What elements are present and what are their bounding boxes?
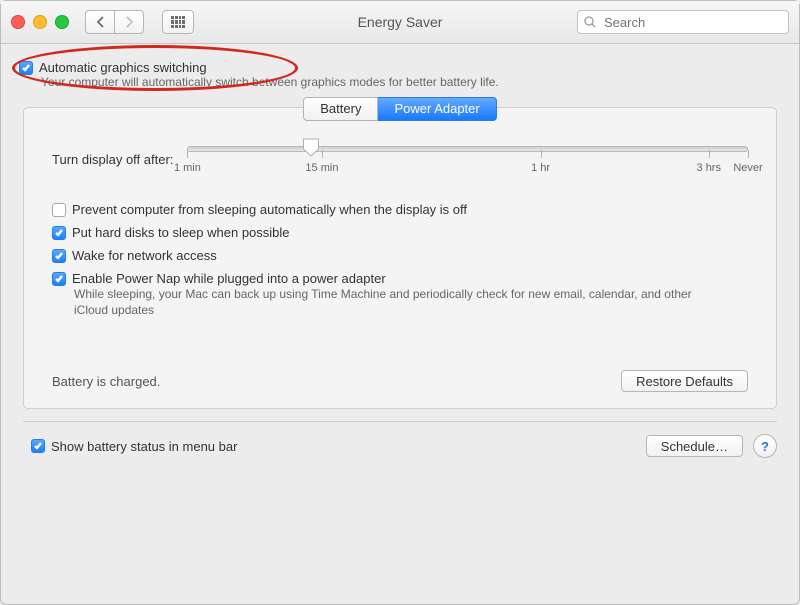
automatic-graphics-switching-row: Automatic graphics switching Your comput… xyxy=(19,60,791,89)
help-icon: ? xyxy=(761,439,769,454)
slider-tick-label: Never xyxy=(733,162,762,174)
restore-defaults-button[interactable]: Restore Defaults xyxy=(621,370,748,392)
option-wake_network-label: Wake for network access xyxy=(72,248,217,263)
slider-tick-label: 15 min xyxy=(305,162,338,174)
slider-tick-label: 1 hr xyxy=(531,162,550,174)
option-wake_network-checkbox[interactable] xyxy=(52,249,66,263)
display-off-label: Turn display off after: xyxy=(52,152,173,167)
check-icon xyxy=(54,274,64,284)
slider-tick-label: 1 min xyxy=(174,162,201,174)
check-icon xyxy=(21,63,31,73)
option-prevent_sleep: Prevent computer from sleeping automatic… xyxy=(52,202,748,217)
option-hdd_sleep: Put hard disks to sleep when possible xyxy=(52,225,748,240)
chevron-left-icon xyxy=(96,16,105,28)
tab-battery[interactable]: Battery xyxy=(303,97,378,121)
options-list: Prevent computer from sleeping automatic… xyxy=(52,202,748,318)
nav-back-forward xyxy=(85,10,144,34)
slider-thumb[interactable] xyxy=(302,138,319,157)
auto-graphics-hint: Your computer will automatically switch … xyxy=(41,75,791,89)
option-power_nap-hint: While sleeping, your Mac can back up usi… xyxy=(74,286,694,318)
auto-graphics-label: Automatic graphics switching xyxy=(39,60,207,75)
schedule-button[interactable]: Schedule… xyxy=(646,435,743,457)
chevron-right-icon xyxy=(125,16,134,28)
slider-tick xyxy=(322,150,323,158)
settings-panel: Battery Power Adapter Turn display off a… xyxy=(23,107,777,409)
slider-tick-label: 3 hrs xyxy=(697,162,721,174)
option-power_nap: Enable Power Nap while plugged into a po… xyxy=(52,271,748,318)
help-button[interactable]: ? xyxy=(753,434,777,458)
minimize-window-button[interactable] xyxy=(33,15,47,29)
power-source-tabs: Battery Power Adapter xyxy=(24,97,776,121)
grid-icon xyxy=(171,16,185,28)
battery-status: Battery is charged. xyxy=(52,374,160,389)
slider-tick xyxy=(709,150,710,158)
display-off-slider[interactable]: 1 min15 min1 hr3 hrsNever xyxy=(187,136,748,182)
option-power_nap-checkbox[interactable] xyxy=(52,272,66,286)
show-all-prefs-button[interactable] xyxy=(162,10,194,34)
check-icon xyxy=(54,228,64,238)
auto-graphics-checkbox[interactable] xyxy=(19,61,33,75)
zoom-window-button[interactable] xyxy=(55,15,69,29)
show-battery-menubar-label: Show battery status in menu bar xyxy=(51,439,237,454)
slider-track xyxy=(187,146,748,152)
show-battery-menubar-checkbox[interactable] xyxy=(31,439,45,453)
titlebar: Energy Saver xyxy=(1,1,799,44)
option-prevent_sleep-checkbox[interactable] xyxy=(52,203,66,217)
check-icon xyxy=(54,251,64,261)
slider-tick xyxy=(541,150,542,158)
slider-tick xyxy=(748,150,749,158)
tab-power-adapter[interactable]: Power Adapter xyxy=(378,97,496,121)
option-hdd_sleep-label: Put hard disks to sleep when possible xyxy=(72,225,290,240)
search-input[interactable] xyxy=(602,14,782,31)
search-field[interactable] xyxy=(577,10,789,34)
option-prevent_sleep-label: Prevent computer from sleeping automatic… xyxy=(72,202,467,217)
search-icon xyxy=(584,16,596,28)
close-window-button[interactable] xyxy=(11,15,25,29)
option-power_nap-label: Enable Power Nap while plugged into a po… xyxy=(72,271,386,286)
back-button[interactable] xyxy=(85,10,115,34)
slider-tick xyxy=(187,150,188,158)
window-controls xyxy=(11,15,69,29)
option-hdd_sleep-checkbox[interactable] xyxy=(52,226,66,240)
forward-button[interactable] xyxy=(115,10,144,34)
check-icon xyxy=(33,441,43,451)
option-wake_network: Wake for network access xyxy=(52,248,748,263)
